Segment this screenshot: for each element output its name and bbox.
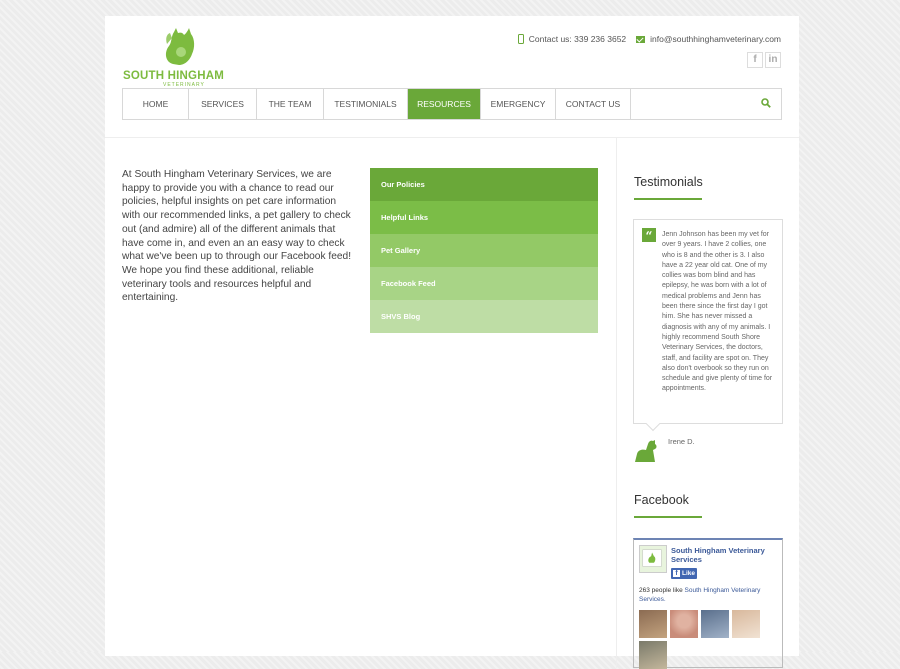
resources-menu: Our Policies Helpful Links Pet Gallery F… — [370, 168, 598, 333]
email-contact[interactable]: info@southhinghamveterinary.com — [636, 34, 781, 44]
nav-item-resources[interactable]: RESOURCES — [408, 89, 481, 119]
nav-item-emergency[interactable]: EMERGENCY — [481, 89, 556, 119]
phone-text: Contact us: 339 236 3652 — [528, 34, 627, 44]
facebook-icon[interactable]: f — [747, 52, 763, 68]
linkedin-icon[interactable]: in — [765, 52, 781, 68]
nav-item-testimonials[interactable]: TESTIMONIALS — [324, 89, 408, 119]
testimonial-author: Irene D. — [668, 437, 695, 446]
main-nav: HOME SERVICES THE TEAM TESTIMONIALS RESO… — [122, 88, 782, 120]
quote-icon: “ — [642, 228, 656, 243]
facebook-underline — [634, 516, 702, 518]
logo-pets-icon — [165, 28, 195, 65]
email-text: info@southhinghamveterinary.com — [650, 34, 781, 44]
facebook-page-name[interactable]: South Hingham Veterinary Services — [671, 546, 779, 564]
sidebar-divider — [616, 138, 617, 668]
mail-icon — [636, 35, 646, 43]
fan-avatar[interactable] — [701, 610, 729, 638]
nav-item-home[interactable]: HOME — [123, 89, 189, 119]
resource-pet-gallery[interactable]: Pet Gallery — [370, 234, 598, 267]
resource-our-policies[interactable]: Our Policies — [370, 168, 598, 201]
phone-icon — [517, 34, 524, 44]
dog-avatar-icon — [635, 440, 657, 462]
social-links: f in — [747, 52, 781, 68]
facebook-widget: South Hingham Veterinary Services f Like… — [633, 538, 783, 669]
page-thumb-icon — [642, 549, 662, 567]
logo-name: SOUTH HINGHAM — [123, 70, 224, 82]
testimonial-card: “ Jenn Johnson has been my vet for over … — [633, 219, 783, 432]
testimonial-tail — [645, 416, 661, 432]
phone-contact[interactable]: Contact us: 339 236 3652 — [517, 34, 627, 44]
facebook-title: Facebook — [634, 493, 689, 507]
facebook-page-thumbnail[interactable] — [639, 545, 667, 573]
fan-avatar[interactable] — [732, 610, 760, 638]
search-icon[interactable] — [761, 98, 771, 108]
header-divider — [105, 137, 799, 138]
testimonials-underline — [634, 198, 702, 200]
page-container: SOUTH HINGHAM VETERINARY Contact us: 339… — [105, 16, 799, 669]
fan-avatar[interactable] — [670, 610, 698, 638]
facebook-faces — [639, 610, 779, 669]
nav-search — [631, 89, 781, 119]
fan-avatar[interactable] — [639, 610, 667, 638]
resource-helpful-links[interactable]: Helpful Links — [370, 201, 598, 234]
facebook-like-button[interactable]: f Like — [671, 568, 697, 579]
fan-avatar[interactable] — [639, 641, 667, 669]
testimonials-title: Testimonials — [634, 175, 703, 189]
resource-shvs-blog[interactable]: SHVS Blog — [370, 300, 598, 333]
like-label: Like — [682, 570, 696, 577]
facebook-f-icon: f — [673, 570, 680, 577]
logo[interactable]: SOUTH HINGHAM VETERINARY — [123, 24, 233, 94]
like-count-text: 263 people like — [639, 587, 685, 594]
nav-item-contact-us[interactable]: CONTACT US — [556, 89, 631, 119]
nav-item-the-team[interactable]: THE TEAM — [257, 89, 324, 119]
facebook-like-count: 263 people like South Hingham Veterinary… — [639, 587, 779, 604]
resource-facebook-feed[interactable]: Facebook Feed — [370, 267, 598, 300]
nav-item-services[interactable]: SERVICES — [189, 89, 257, 119]
intro-text: At South Hingham Veterinary Services, we… — [122, 169, 352, 304]
testimonial-text: Jenn Johnson has been my vet for over 9 … — [662, 231, 773, 393]
contact-bar: Contact us: 339 236 3652 info@southhingh… — [517, 34, 781, 44]
